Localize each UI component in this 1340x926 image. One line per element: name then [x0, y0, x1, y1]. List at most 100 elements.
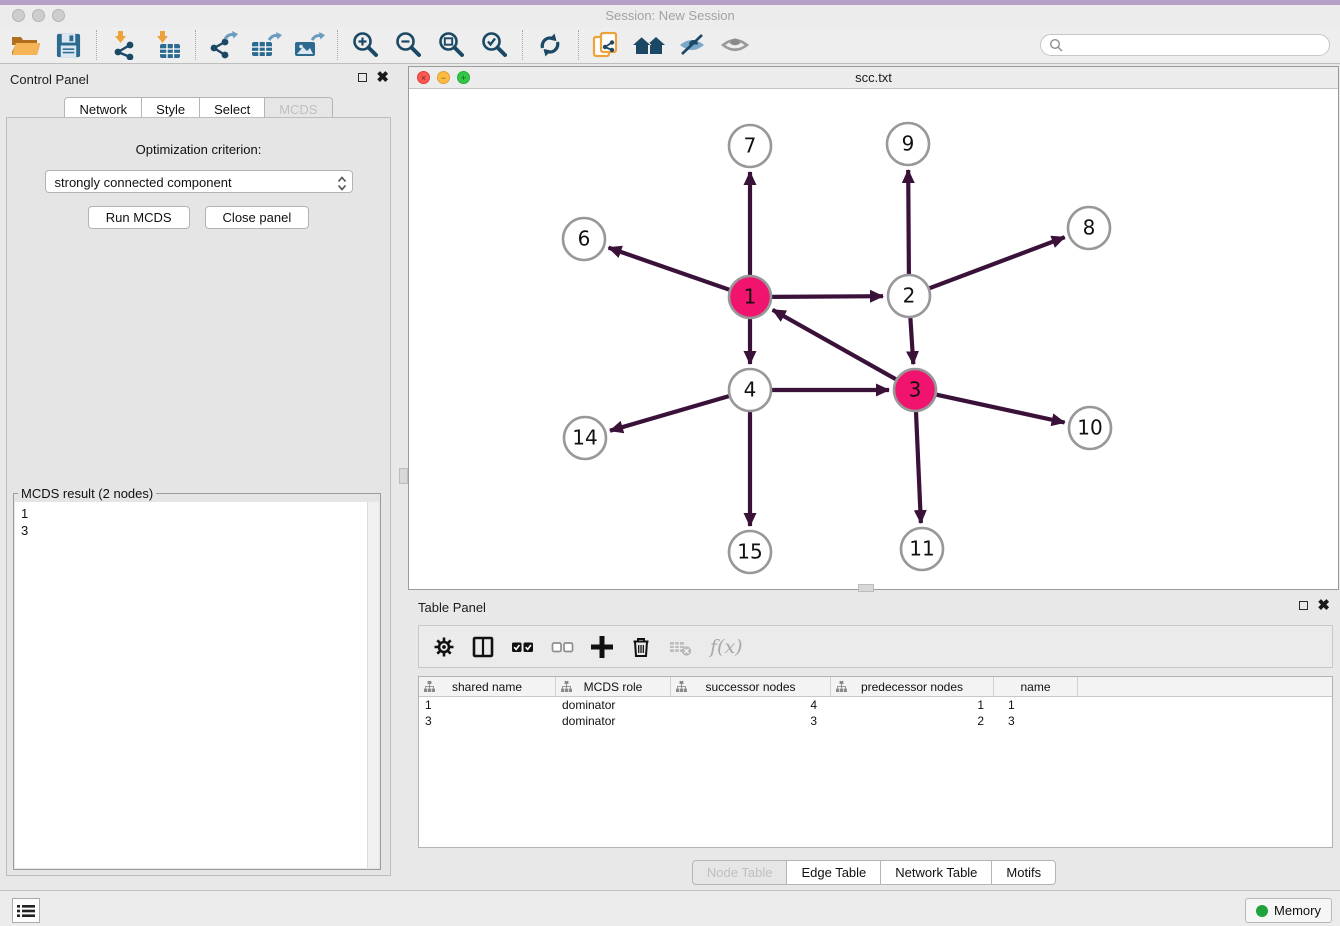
home-button[interactable]: [632, 29, 666, 61]
export-table-button[interactable]: [249, 29, 283, 61]
graph-node-6[interactable]: 6: [563, 218, 605, 260]
criterion-dropdown[interactable]: strongly connected component: [45, 170, 353, 193]
zoom-fit-button[interactable]: [434, 29, 468, 61]
search-input[interactable]: [1063, 37, 1329, 54]
horizontal-splitter-handle[interactable]: [858, 584, 874, 592]
table-panel-title: Table Panel: [418, 600, 486, 615]
graph-edge-1-6[interactable]: [609, 248, 730, 290]
tab-node-table[interactable]: Node Table: [692, 860, 788, 885]
table-cell[interactable]: dominator: [556, 697, 671, 713]
result-scrollbar[interactable]: [367, 502, 379, 868]
float-panel-icon[interactable]: [358, 73, 367, 82]
graph-node-2[interactable]: 2: [888, 275, 930, 317]
graph-node-label: 9: [902, 132, 915, 156]
table-row[interactable]: 3dominator323: [419, 713, 1332, 729]
save-session-button[interactable]: [51, 29, 85, 61]
criterion-dropdown-value: strongly connected component: [55, 175, 232, 190]
table-cell[interactable]: 1: [831, 697, 994, 713]
table-cell[interactable]: 1: [419, 697, 556, 713]
close-table-panel-icon[interactable]: ✖: [1317, 600, 1330, 611]
column-header-successor-nodes[interactable]: successor nodes: [671, 677, 831, 696]
add-column-button[interactable]: [591, 636, 613, 658]
graph-edge-2-8[interactable]: [930, 237, 1065, 288]
search-box[interactable]: [1040, 34, 1330, 56]
graph-node-14[interactable]: 14: [564, 417, 606, 459]
search-icon: [1049, 38, 1063, 52]
import-table-button[interactable]: [150, 29, 184, 61]
graph-node-9[interactable]: 9: [887, 123, 929, 165]
column-type-icon: [836, 681, 847, 692]
task-history-button[interactable]: [12, 898, 40, 923]
table-panel: Table Panel ✖ f(x) shared nameMCDS role s…: [408, 592, 1340, 888]
tab-network-table[interactable]: Network Table: [880, 860, 992, 885]
graph-node-8[interactable]: 8: [1068, 207, 1110, 249]
table-row[interactable]: 1dominator411: [419, 697, 1332, 713]
tab-motifs[interactable]: Motifs: [991, 860, 1056, 885]
table-cell[interactable]: 3: [994, 713, 1078, 729]
table-cell[interactable]: 1: [994, 697, 1078, 713]
network-graph-canvas[interactable]: 7 9 6 8 1 2 4 3 14 10 15 11: [409, 88, 1338, 589]
graph-node-15[interactable]: 15: [729, 531, 771, 573]
mcds-result-text[interactable]: 1 3: [15, 502, 367, 868]
graph-edge-1-2[interactable]: [772, 296, 883, 297]
column-header-predecessor-nodes[interactable]: predecessor nodes: [831, 677, 994, 696]
close-panel-button[interactable]: Close panel: [205, 206, 310, 229]
export-table-icon: [250, 30, 282, 60]
graph-edge-3-10[interactable]: [937, 395, 1065, 423]
select-all-rows-button[interactable]: [511, 636, 534, 658]
graph-edge-4-14[interactable]: [610, 396, 729, 431]
close-panel-icon[interactable]: ✖: [376, 72, 389, 83]
open-session-button[interactable]: [8, 29, 42, 61]
zoom-in-icon: [351, 31, 379, 59]
column-header-shared-name[interactable]: shared name: [419, 677, 556, 696]
zoom-in-button[interactable]: [348, 29, 382, 61]
column-header-name[interactable]: name: [994, 677, 1078, 696]
table-cell[interactable]: 3: [671, 713, 831, 729]
table-cell[interactable]: 3: [419, 713, 556, 729]
graph-edge-2-3[interactable]: [910, 318, 913, 364]
open-network-file-button[interactable]: [589, 29, 623, 61]
table-cell[interactable]: 4: [671, 697, 831, 713]
graph-edge-3-11[interactable]: [916, 412, 921, 523]
show-graphics-details-button[interactable]: [718, 29, 752, 61]
graph-node-3[interactable]: 3: [894, 369, 936, 411]
memory-button[interactable]: Memory: [1245, 898, 1332, 923]
show-graphics-details-icon: [720, 31, 750, 59]
graph-node-7[interactable]: 7: [729, 125, 771, 167]
table-tabs: Node TableEdge TableNetwork TableMotifs: [408, 860, 1340, 885]
save-session-icon: [55, 32, 82, 59]
import-network-button[interactable]: [107, 29, 141, 61]
graph-edge-2-9[interactable]: [908, 170, 909, 274]
graph-node-10[interactable]: 10: [1069, 407, 1111, 449]
mcds-result-box: MCDS result (2 nodes) 1 3: [13, 493, 381, 870]
main-titlebar: Session: New Session: [0, 5, 1340, 27]
table-cell[interactable]: 2: [831, 713, 994, 729]
float-table-panel-icon[interactable]: [1299, 601, 1308, 610]
zoom-selected-button[interactable]: [477, 29, 511, 61]
graph-node-4[interactable]: 4: [729, 369, 771, 411]
column-header-label: successor nodes: [705, 680, 795, 694]
graph-node-1[interactable]: 1: [729, 276, 771, 318]
zoom-fit-icon: [437, 31, 465, 59]
export-network-button[interactable]: [206, 29, 240, 61]
show-columns-button[interactable]: [472, 636, 494, 658]
window-title: Session: New Session: [0, 5, 1340, 27]
deselect-all-rows-button[interactable]: [551, 636, 574, 658]
table-options-gear-button[interactable]: [433, 636, 455, 658]
graph-node-label: 10: [1077, 416, 1102, 440]
graph-node-label: 8: [1083, 216, 1096, 240]
graph-node-11[interactable]: 11: [901, 528, 943, 570]
export-image-button[interactable]: [292, 29, 326, 61]
table-cell[interactable]: dominator: [556, 713, 671, 729]
column-header-MCDS-role[interactable]: MCDS role: [556, 677, 671, 696]
zoom-out-button[interactable]: [391, 29, 425, 61]
run-mcds-button[interactable]: Run MCDS: [88, 206, 190, 229]
hide-graphics-details-button[interactable]: [675, 29, 709, 61]
graph-edge-3-1[interactable]: [773, 310, 896, 379]
network-view-window: × − + scc.txt 7968124314101511: [408, 66, 1339, 590]
tab-edge-table[interactable]: Edge Table: [786, 860, 881, 885]
vertical-splitter-handle[interactable]: [399, 468, 408, 484]
refresh-button[interactable]: [533, 29, 567, 61]
delete-rows-trash-button[interactable]: [630, 636, 652, 658]
function-builder-button: f(x): [710, 636, 743, 658]
